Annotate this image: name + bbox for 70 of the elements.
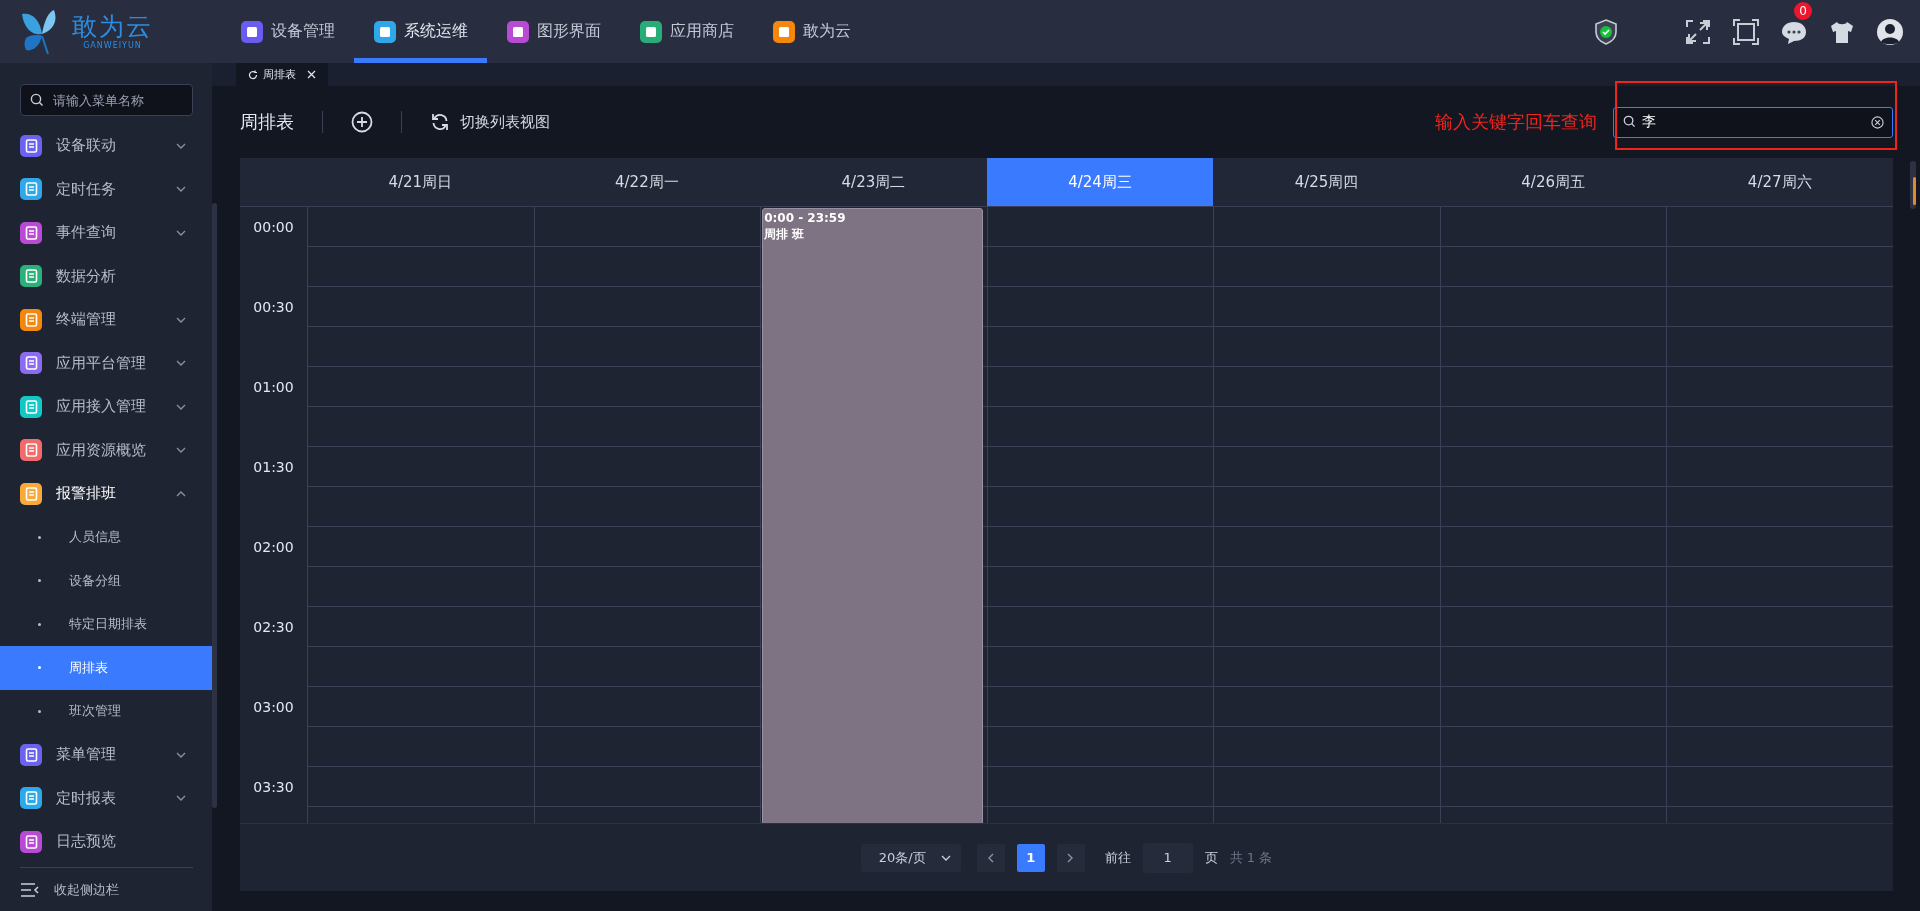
- menu-item[interactable]: 定时任务: [0, 167, 212, 211]
- menu-item[interactable]: 事件查询: [0, 211, 212, 255]
- total-count: 共 1 条: [1229, 848, 1273, 867]
- menu-item[interactable]: 终端管理: [0, 298, 212, 342]
- annotation-text: 输入关键字回车查询: [1435, 110, 1597, 134]
- shield-icon[interactable]: [1592, 17, 1620, 46]
- page-button[interactable]: 1: [1016, 843, 1045, 872]
- page-unit-label: 页: [1204, 848, 1218, 867]
- menu-item[interactable]: 日志预览: [0, 820, 212, 864]
- time-label: 00:00: [252, 218, 295, 237]
- chevron-right-icon: [1067, 852, 1075, 863]
- time-label: 02:30: [252, 618, 295, 637]
- switch-view-button[interactable]: 切换列表视图: [430, 112, 550, 132]
- chevron-left-icon: [987, 852, 995, 863]
- nav-tab[interactable]: 设备管理: [221, 0, 354, 63]
- nav-tab[interactable]: 图形界面: [487, 0, 620, 63]
- close-icon[interactable]: [307, 70, 316, 79]
- search-field[interactable]: 李: [1613, 106, 1893, 138]
- page-title: 周排表: [240, 110, 294, 134]
- page-size-select[interactable]: 20条/页: [860, 843, 961, 872]
- menu-item[interactable]: 设备联动: [0, 124, 212, 168]
- submenu-item[interactable]: 设备分组: [0, 559, 212, 603]
- add-button[interactable]: [351, 111, 373, 133]
- menu-item[interactable]: 报警排班: [0, 472, 212, 516]
- frame-icon[interactable]: [1732, 17, 1760, 46]
- chevron-down-icon: [940, 854, 951, 861]
- menu-item[interactable]: 定时报表: [0, 776, 212, 820]
- nav-tab[interactable]: 敢为云: [753, 0, 886, 63]
- page-tab[interactable]: 周排表: [236, 63, 328, 86]
- search-icon: [30, 93, 44, 107]
- search-icon: [1623, 115, 1636, 128]
- refresh-icon: [248, 69, 258, 80]
- time-label: 02:00: [252, 538, 295, 557]
- menu-item[interactable]: 应用接入管理: [0, 385, 212, 429]
- menu-item[interactable]: 应用平台管理: [0, 341, 212, 385]
- collapse-sidebar-button[interactable]: 收起侧边栏: [20, 867, 193, 911]
- avatar-icon[interactable]: [1876, 17, 1904, 46]
- nav-tab[interactable]: 应用商店: [620, 0, 753, 63]
- clear-icon[interactable]: [1871, 115, 1884, 129]
- logo-name: 敢为云: [72, 13, 153, 41]
- day-header[interactable]: 4/25周四: [1213, 158, 1440, 206]
- scrollbar[interactable]: [1910, 161, 1916, 209]
- submenu-item[interactable]: 特定日期排表: [0, 602, 212, 646]
- day-header[interactable]: 4/26周五: [1439, 158, 1667, 206]
- goto-page-field[interactable]: 1: [1142, 842, 1193, 873]
- scrollbar[interactable]: [212, 203, 217, 808]
- time-label: 03:30: [252, 778, 295, 797]
- submenu-item[interactable]: 人员信息: [0, 515, 212, 559]
- sync-icon: [430, 112, 450, 132]
- fullscreen-icon[interactable]: [1684, 17, 1712, 46]
- submenu-item[interactable]: 周排表: [0, 646, 212, 690]
- time-label: 01:30: [252, 458, 295, 477]
- menu-item[interactable]: 应用资源概览: [0, 428, 212, 472]
- day-header[interactable]: 4/21周日: [307, 158, 534, 206]
- menu-search-field[interactable]: 请输入菜单名称: [20, 84, 193, 116]
- day-header[interactable]: 4/24周三: [986, 158, 1214, 206]
- day-header[interactable]: 4/27周六: [1666, 158, 1893, 206]
- menu-item[interactable]: 数据分析: [0, 254, 212, 298]
- day-header[interactable]: 4/22周一: [533, 158, 761, 206]
- message-badge: 0: [1794, 1, 1812, 20]
- time-label: 01:00: [252, 378, 295, 397]
- time-label: 00:30: [252, 298, 295, 317]
- time-label: 03:00: [252, 698, 295, 717]
- day-header[interactable]: 4/23周二: [760, 158, 987, 206]
- menu-item[interactable]: 菜单管理: [0, 733, 212, 777]
- logo-subtitle: GANWEIYUN: [83, 41, 142, 50]
- collapse-icon: [20, 882, 40, 897]
- submenu-item[interactable]: 班次管理: [0, 689, 212, 733]
- shift-event[interactable]: 0:00 - 23:59 周排 班: [762, 208, 983, 823]
- goto-label: 前往: [1104, 848, 1131, 867]
